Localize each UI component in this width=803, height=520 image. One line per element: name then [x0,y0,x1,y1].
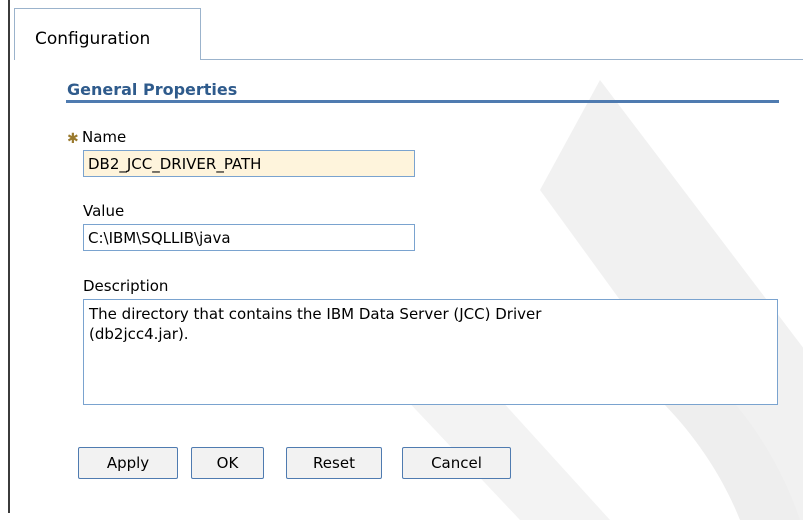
window-left-edge [0,0,10,513]
reset-button[interactable]: Reset [286,447,382,479]
value-label: Value [83,202,125,220]
value-field[interactable] [83,224,415,251]
required-icon: ✱ [67,131,79,147]
section-title: General Properties [67,80,238,99]
section-divider [66,100,779,103]
tab-strip-baseline [201,59,803,60]
tab-configuration[interactable]: Configuration [14,8,201,60]
name-label: Name [82,128,127,146]
cancel-button[interactable]: Cancel [402,447,511,479]
description-label: Description [83,277,169,295]
ok-button[interactable]: OK [191,447,264,479]
tab-configuration-label: Configuration [35,29,151,49]
name-field[interactable] [83,150,415,177]
apply-button[interactable]: Apply [78,447,178,479]
window-top-edge [0,0,803,5]
description-field[interactable]: The directory that contains the IBM Data… [83,299,778,405]
